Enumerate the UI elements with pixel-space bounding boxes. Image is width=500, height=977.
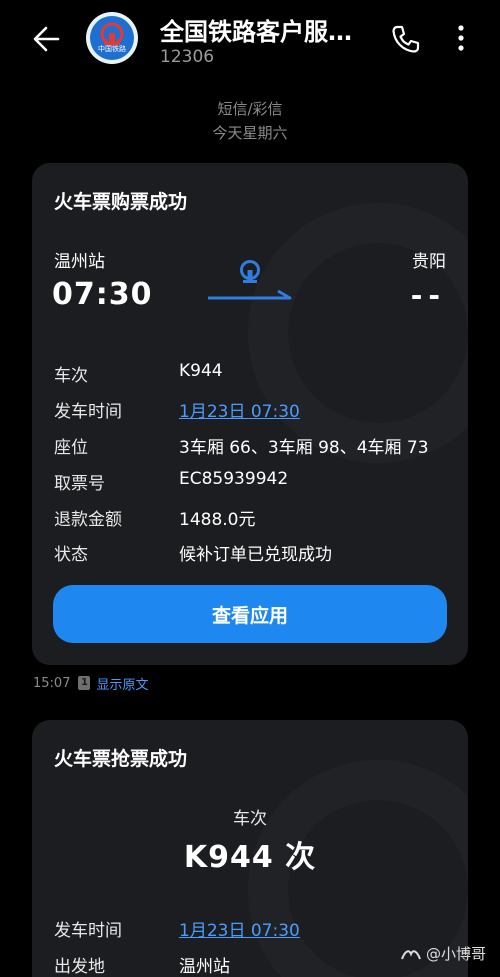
sim-card-icon: 1	[78, 676, 91, 690]
phone-icon[interactable]	[388, 22, 422, 56]
card-title: 火车票抢票成功	[54, 748, 188, 770]
detail-label: 座位	[54, 438, 88, 458]
departure-date-link[interactable]: 1月23日 07:30	[179, 916, 300, 941]
message-type-label: 短信/彩信	[217, 100, 283, 118]
ticket-purchase-card: 火车票购票成功 温州站 07:30 贵阳 -- 车次 K944 发车时间 1月2…	[32, 163, 468, 665]
ticket-grab-card: 火车票抢票成功 车次 K944 次 发车时间 1月23日 07:30 出发地 温…	[32, 720, 468, 977]
departure-date-link[interactable]: 1月23日 07:30	[179, 397, 300, 422]
detail-value: EC85939942	[179, 469, 289, 489]
view-app-button[interactable]: 查看应用	[53, 585, 447, 643]
card-title: 火车票购票成功	[54, 191, 188, 213]
watermark-logo-icon	[401, 949, 421, 959]
arrival-station: 贵阳	[412, 252, 446, 272]
contact-title: 全国铁路客户服…	[160, 18, 352, 46]
detail-label: 出发地	[54, 957, 105, 977]
detail-label: 车次	[54, 366, 88, 386]
show-original-link[interactable]: 显示原文	[96, 674, 148, 693]
contact-number: 12306	[160, 47, 215, 67]
arrival-time: --	[410, 279, 446, 312]
route-arrow-icon	[208, 287, 292, 301]
detail-value: 温州站	[179, 957, 230, 977]
detail-value: 候补订单已兑现成功	[179, 545, 332, 565]
watermark-text: @小博哥	[425, 945, 486, 963]
logo-text: 中国铁路	[98, 45, 126, 53]
departure-station: 温州站	[54, 252, 105, 272]
back-arrow-icon[interactable]	[28, 22, 68, 56]
detail-value: 3车厢 66、3车厢 98、4车厢 73	[179, 438, 429, 458]
watermark: @小博哥	[400, 943, 486, 964]
message-meta: 15:07 1 显示原文	[33, 674, 148, 693]
message-time: 15:07	[33, 675, 71, 691]
more-options-icon[interactable]	[447, 20, 475, 56]
detail-label: 发车时间	[54, 402, 122, 422]
detail-label: 取票号	[54, 474, 105, 494]
card-background-pattern-icon	[248, 203, 468, 463]
train-number: K944 次	[183, 840, 317, 875]
train-label: 车次	[233, 809, 267, 829]
detail-label: 退款金额	[54, 510, 122, 530]
detail-value: K944	[179, 361, 223, 381]
detail-label: 发车时间	[54, 921, 122, 941]
message-date-label: 今天星期六	[212, 124, 288, 142]
conversation-header: 中国铁路 全国铁路客户服… 12306	[0, 0, 500, 84]
departure-time: 07:30	[52, 277, 153, 312]
detail-value: 1488.0元	[179, 510, 256, 530]
railway-emblem-icon	[235, 259, 265, 287]
detail-label: 状态	[54, 545, 88, 565]
railway-logo[interactable]: 中国铁路	[86, 12, 138, 64]
